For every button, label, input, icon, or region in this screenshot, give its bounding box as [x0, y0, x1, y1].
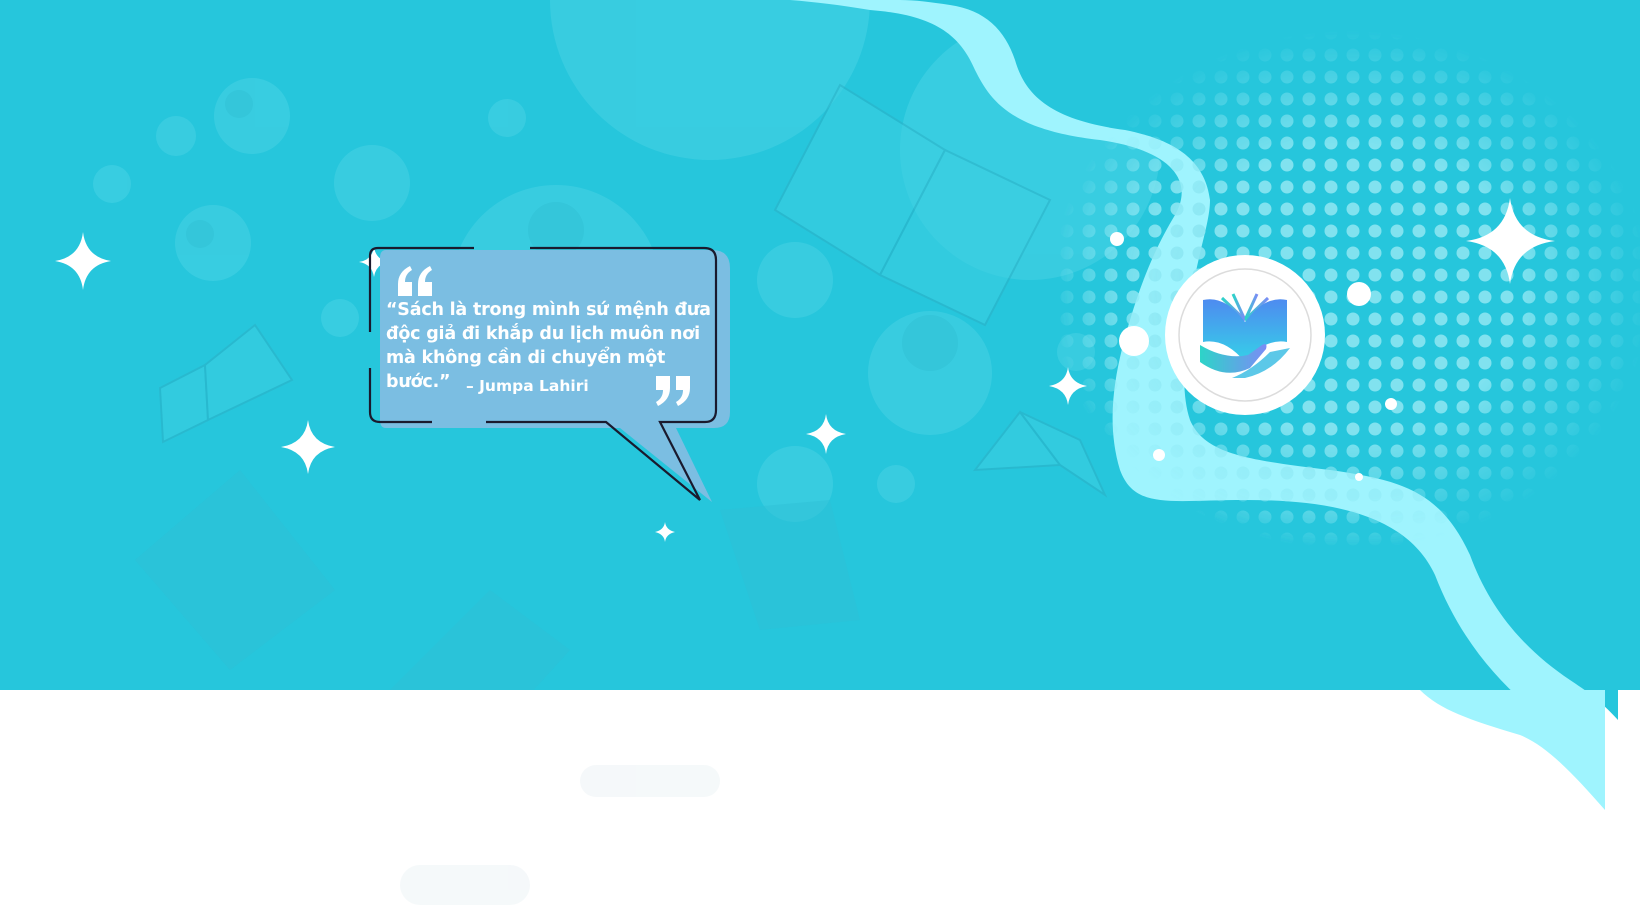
banner-artwork: [0, 0, 1640, 920]
quote-author: – Jumpa Lahiri: [466, 377, 589, 395]
book-hands-logo-icon: [1165, 255, 1325, 415]
footer-area: [0, 690, 1605, 920]
hero-banner: “Sách là trong mình sứ mệnh đưa độc giả …: [0, 0, 1640, 920]
